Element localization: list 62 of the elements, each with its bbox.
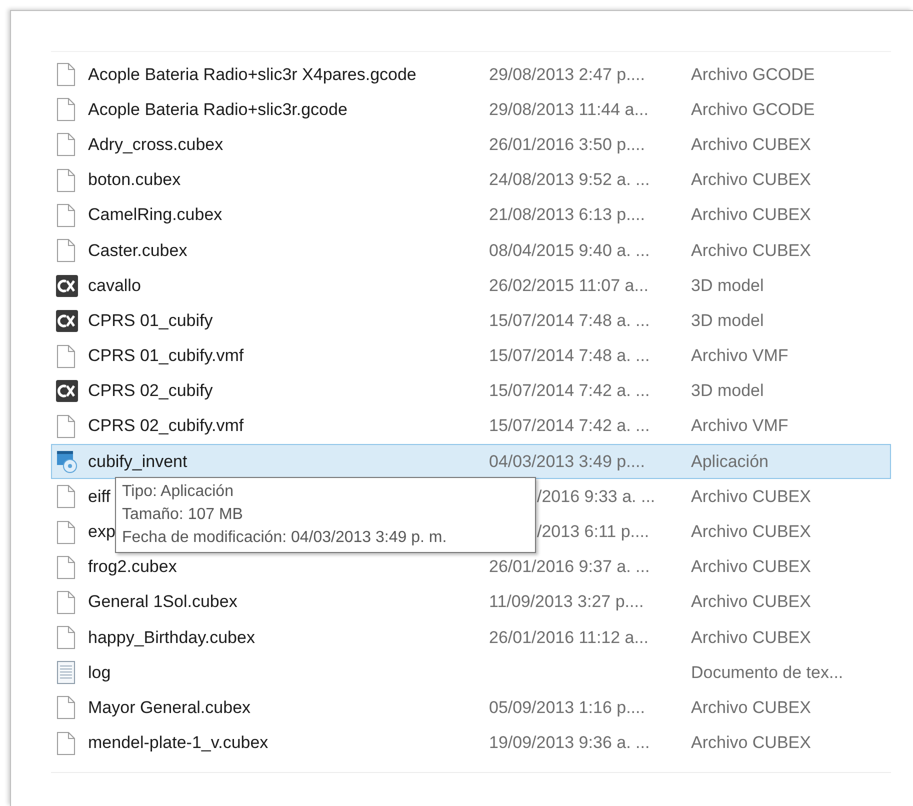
file-date: 26/01/2016 9:37 a. ... <box>489 557 650 578</box>
file-date: 04/03/2013 3:49 p.... <box>489 452 645 472</box>
file-type: Archivo GCODE <box>691 100 815 120</box>
file-name: cavallo <box>88 276 141 296</box>
tooltip-text: Fecha de modificación: 04/03/2013 3:49 p. m. <box>122 528 448 548</box>
file-name: CPRS 02_cubify.vmf <box>88 416 244 436</box>
file-type: Archivo CUBEX <box>691 592 811 612</box>
file-type: Archivo CUBEX <box>691 557 811 578</box>
tooltip-text: Tipo: Aplicación <box>122 482 234 502</box>
file-name: General 1Sol.cubex <box>88 592 238 612</box>
file-name: Acople Bateria Radio+slic3r X4pares.gcode <box>88 64 416 85</box>
file-date: 29/08/2013 11:44 a... <box>489 100 648 120</box>
file-type: Archivo GCODE <box>691 64 815 85</box>
file-name: exp <box>88 522 116 542</box>
file-name: CamelRing.cubex <box>88 205 222 226</box>
file-date: 15/07/2014 7:48 a. ... <box>489 310 650 331</box>
file-type: Archivo CUBEX <box>691 170 811 190</box>
file-name: eiff <box>88 486 110 507</box>
file-type: Documento de tex... <box>691 662 844 683</box>
file-type: Archivo CUBEX <box>691 486 811 507</box>
file-name: Caster.cubex <box>88 240 188 261</box>
file-date: 24/08/2013 9:52 a. ... <box>489 170 650 190</box>
file-name: boton.cubex <box>88 170 181 190</box>
file-name: happy_Birthday.cubex <box>88 628 255 648</box>
file-date: 26/02/2015 11:07 a... <box>489 276 648 296</box>
file-type: Archivo CUBEX <box>691 240 811 261</box>
file-type: Archivo CUBEX <box>691 733 811 754</box>
file-date: 15/07/2014 7:42 a. ... <box>489 416 650 436</box>
file-type: Archivo VMF <box>691 416 788 436</box>
file-date: 15/07/2014 7:42 a. ... <box>489 381 650 402</box>
file-type: Aplicación <box>691 452 768 472</box>
file-date: 19/09/2013 9:36 a. ... <box>489 733 650 754</box>
file-type: Archivo CUBEX <box>691 628 811 648</box>
file-date: 15/07/2014 7:48 a. ... <box>489 346 650 366</box>
file-date: 21/08/2013 6:13 p.... <box>489 205 645 226</box>
file-type: Archivo CUBEX <box>691 698 811 718</box>
file-type: Archivo VMF <box>691 346 788 366</box>
file-name: Mayor General.cubex <box>88 698 251 718</box>
file-date: /2016 9:33 a. ... <box>537 486 656 507</box>
file-name: frog2.cubex <box>88 557 177 578</box>
file-type: 3D model <box>691 381 764 402</box>
file-type: Archivo CUBEX <box>691 205 811 226</box>
file-name: CPRS 01_cubify <box>88 310 213 331</box>
file-type: 3D model <box>691 310 764 331</box>
file-name: log <box>88 662 111 683</box>
file-name: Acople Bateria Radio+slic3r.gcode <box>88 100 348 120</box>
file-type: Archivo CUBEX <box>691 134 811 155</box>
file-name: CPRS 02_cubify <box>88 381 213 402</box>
file-name: CPRS 01_cubify.vmf <box>88 346 244 366</box>
file-date: 11/09/2013 3:27 p.... <box>489 592 644 612</box>
file-date: /2013 6:11 p.... <box>537 522 650 542</box>
file-date: 26/01/2016 3:50 p.... <box>489 134 645 155</box>
file-date: 26/01/2016 11:12 a... <box>489 628 648 648</box>
file-date: 29/08/2013 2:47 p.... <box>489 64 645 85</box>
file-type: Archivo CUBEX <box>691 522 811 542</box>
file-date: 08/04/2015 9:40 a. ... <box>489 240 650 261</box>
file-name: cubify_invent <box>88 452 188 472</box>
file-type: 3D model <box>691 276 764 296</box>
file-date: 05/09/2013 1:16 p.... <box>489 698 645 718</box>
tooltip-text: Tamaño: 107 MB <box>122 505 244 525</box>
file-name: Adry_cross.cubex <box>88 134 224 155</box>
file-name: mendel-plate-1_v.cubex <box>88 733 268 754</box>
